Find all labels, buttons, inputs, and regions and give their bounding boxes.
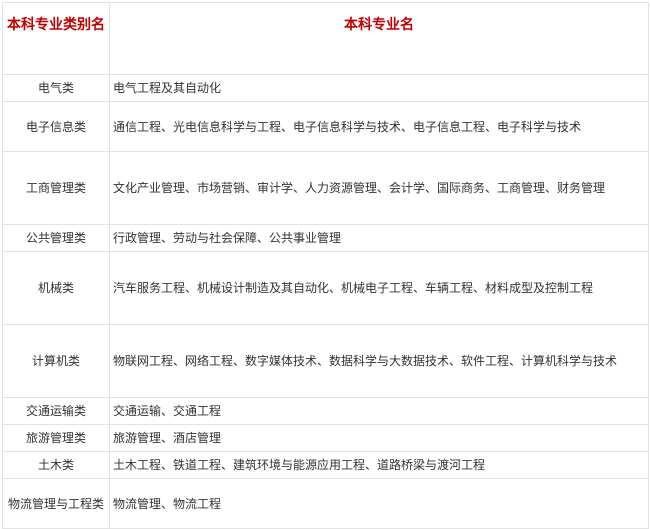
category-cell: 电子信息类 <box>2 101 110 152</box>
category-cell: 旅游管理类 <box>2 424 110 452</box>
table-row: 公共管理类 行政管理、劳动与社会保障、公共事业管理 <box>2 224 649 252</box>
table-row: 计算机类 物联网工程、网络工程、数字媒体技术、数据科学与大数据技术、软件工程、计… <box>2 324 649 398</box>
category-cell: 土木类 <box>2 451 110 479</box>
table-row: 机械类 汽车服务工程、机械设计制造及其自动化、机械电子工程、车辆工程、材料成型及… <box>2 251 649 325</box>
majors-cell: 旅游管理、酒店管理 <box>109 424 649 452</box>
category-cell: 工商管理类 <box>2 151 110 225</box>
category-cell: 电气类 <box>2 74 110 102</box>
table-row: 物流管理与工程类 物流管理、物流工程 <box>2 478 649 529</box>
table-row: 土木类 土木工程、铁道工程、建筑环境与能源应用工程、道路桥梁与渡河工程 <box>2 451 649 479</box>
majors-table: 本科专业类别名 本科专业名 电气类 电气工程及其自动化 电子信息类 通信工程、光… <box>2 2 649 529</box>
category-cell: 交通运输类 <box>2 397 110 425</box>
category-column-header: 本科专业类别名 <box>2 2 110 75</box>
majors-cell: 土木工程、铁道工程、建筑环境与能源应用工程、道路桥梁与渡河工程 <box>109 451 649 479</box>
majors-column-header: 本科专业名 <box>109 2 649 75</box>
majors-cell: 文化产业管理、市场营销、审计学、人力资源管理、会计学、国际商务、工商管理、财务管… <box>109 151 649 225</box>
category-cell: 物流管理与工程类 <box>2 478 110 529</box>
table-row: 电子信息类 通信工程、光电信息科学与工程、电子信息科学与技术、电子信息工程、电子… <box>2 101 649 152</box>
header-row: 本科专业类别名 本科专业名 <box>2 2 649 75</box>
majors-cell: 汽车服务工程、机械设计制造及其自动化、机械电子工程、车辆工程、材料成型及控制工程 <box>109 251 649 325</box>
majors-cell: 通信工程、光电信息科学与工程、电子信息科学与技术、电子信息工程、电子科学与技术 <box>109 101 649 152</box>
table-row: 工商管理类 文化产业管理、市场营销、审计学、人力资源管理、会计学、国际商务、工商… <box>2 151 649 225</box>
category-cell: 计算机类 <box>2 324 110 398</box>
table-row: 电气类 电气工程及其自动化 <box>2 74 649 102</box>
majors-cell: 行政管理、劳动与社会保障、公共事业管理 <box>109 224 649 252</box>
category-cell: 机械类 <box>2 251 110 325</box>
category-cell: 公共管理类 <box>2 224 110 252</box>
majors-cell: 物联网工程、网络工程、数字媒体技术、数据科学与大数据技术、软件工程、计算机科学与… <box>109 324 649 398</box>
majors-cell: 物流管理、物流工程 <box>109 478 649 529</box>
majors-cell: 交通运输、交通工程 <box>109 397 649 425</box>
table-row: 交通运输类 交通运输、交通工程 <box>2 397 649 425</box>
majors-cell: 电气工程及其自动化 <box>109 74 649 102</box>
table-row: 旅游管理类 旅游管理、酒店管理 <box>2 424 649 452</box>
